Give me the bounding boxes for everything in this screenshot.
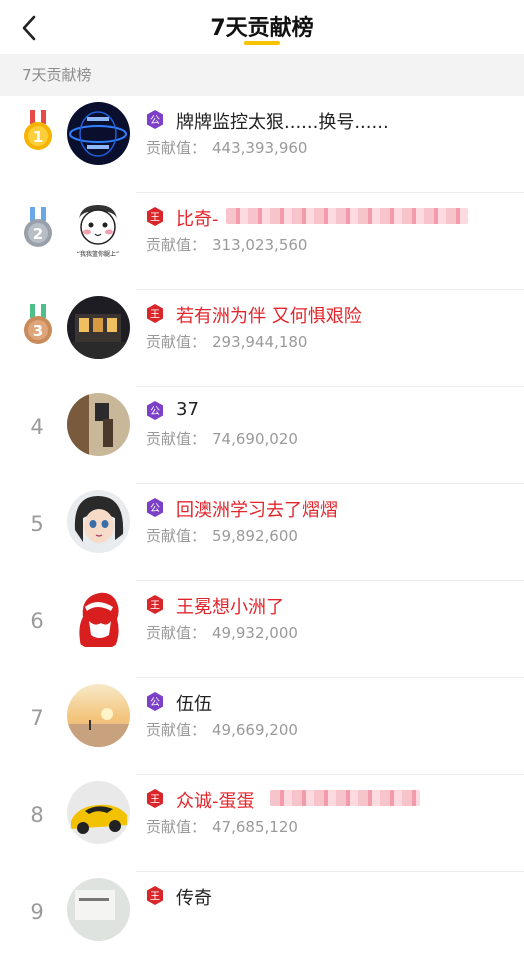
avatar[interactable] [67,587,130,650]
avatar[interactable] [67,393,130,456]
avatar[interactable] [67,781,130,844]
top-bar: 7天贡献榜 [0,0,524,54]
ranking-row[interactable]: 4 公 37 贡献值： 74,690,020 [0,387,524,484]
svg-text:王: 王 [150,213,160,224]
contribution-label: 贡献值： [146,430,207,448]
king-badge-icon: 王 [147,595,163,614]
svg-text:“我我篮你腿上”: “我我篮你腿上” [77,250,119,258]
contribution-label: 贡献值： [146,333,207,351]
section-header: 7天贡献榜 [0,54,524,96]
user-name: 传奇 [176,888,212,909]
contribution-value: 贡献值： 49,669,200 [146,719,298,740]
user-name: 回澳洲学习去了熠熠 [176,500,338,521]
king-badge-icon: 王 [147,207,163,226]
contribution-value: 贡献值： 443,393,960 [146,137,307,158]
contribution-value: 贡献值： 313,023,560 [146,234,307,255]
contribution-label: 贡献值： [146,139,207,157]
contribution-value: 贡献值： 59,892,600 [146,525,298,546]
contribution-label: 贡献值： [146,721,207,739]
user-name: 伍伍 [176,694,212,715]
svg-text:3: 3 [33,322,43,340]
contribution-label: 贡献值： [146,818,207,836]
rank-number: 9 [30,900,44,924]
contribution-label: 贡献值： [146,527,207,545]
user-name: 众诚-蛋蛋 [176,791,255,812]
ranking-row[interactable]: 2 “我我篮你腿上” 王 比奇- 贡献值： 313,023,560 [0,193,524,290]
rank-number: 6 [30,609,44,633]
vip-badge-icon: 公 [147,692,163,711]
page-title: 7天贡献榜 [210,16,314,41]
king-badge-icon: 王 [147,304,163,323]
svg-text:公: 公 [150,504,160,515]
title-underline [244,41,280,45]
ranking-row[interactable]: 1 公 牌牌监控太狠......换号...... 贡献值： 443,393,960 [0,96,524,193]
ranking-row[interactable]: 7 公 伍伍 贡献值： 49,669,200 [0,678,524,775]
contribution-number: 49,932,000 [212,624,298,642]
gold-medal-icon: 1 [24,110,52,150]
svg-text:王: 王 [150,310,160,321]
avatar[interactable] [67,102,130,165]
ranking-row[interactable]: 6 王 王冕想小洲了 贡献值： 49,932,000 [0,581,524,678]
svg-text:2: 2 [33,225,43,243]
ranking-row[interactable]: 8 王 众诚-蛋蛋 贡献值： 47,685,120 [0,775,524,872]
king-badge-icon: 王 [147,789,163,808]
vip-badge-icon: 公 [147,401,163,420]
vip-badge-icon: 公 [147,498,163,517]
user-name: 王冕想小洲了 [176,597,284,618]
contribution-number: 49,669,200 [212,721,298,739]
avatar[interactable] [67,296,130,359]
rank-number: 4 [30,415,44,439]
user-name: 牌牌监控太狠......换号...... [176,112,389,133]
contribution-number: 59,892,600 [212,527,298,545]
rank-number: 7 [30,706,44,730]
svg-text:王: 王 [150,892,160,903]
ranking-row[interactable]: 9 王 传奇 [0,872,524,969]
rank-number: 5 [30,512,44,536]
contribution-number: 293,944,180 [212,333,308,351]
rank-number: 8 [30,803,44,827]
bronze-medal-icon: 3 [24,304,52,344]
avatar[interactable] [67,878,130,941]
avatar[interactable]: “我我篮你腿上” [67,199,130,262]
svg-text:公: 公 [150,116,160,127]
redacted-text [226,208,468,224]
contribution-label: 贡献值： [146,624,207,642]
user-name: 37 [176,399,199,420]
contribution-value: 贡献值： 293,944,180 [146,331,307,352]
contribution-value: 贡献值： 49,932,000 [146,622,298,643]
contribution-value: 贡献值： 74,690,020 [146,428,298,449]
contribution-number: 313,023,560 [212,236,308,254]
redacted-text [270,790,420,806]
svg-text:1: 1 [33,128,43,146]
svg-text:公: 公 [150,698,160,709]
ranking-row[interactable]: 5 公 回澳洲学习去了熠熠 贡献值： 59,892,600 [0,484,524,581]
contribution-label: 贡献值： [146,236,207,254]
avatar[interactable] [67,684,130,747]
svg-text:王: 王 [150,601,160,612]
contribution-number: 47,685,120 [212,818,298,836]
svg-text:公: 公 [150,407,160,418]
vip-badge-icon: 公 [147,110,163,129]
contribution-number: 74,690,020 [212,430,298,448]
contribution-value: 贡献值： 47,685,120 [146,816,298,837]
king-badge-icon: 王 [147,886,163,905]
avatar[interactable] [67,490,130,553]
user-name: 比奇- [176,209,219,230]
silver-medal-icon: 2 [24,207,52,247]
contribution-number: 443,393,960 [212,139,308,157]
ranking-row[interactable]: 3 王 若有洲为伴 又何惧艰险 贡献值： 293,944,180 [0,290,524,387]
svg-text:王: 王 [150,795,160,806]
user-name: 若有洲为伴 又何惧艰险 [176,306,362,327]
